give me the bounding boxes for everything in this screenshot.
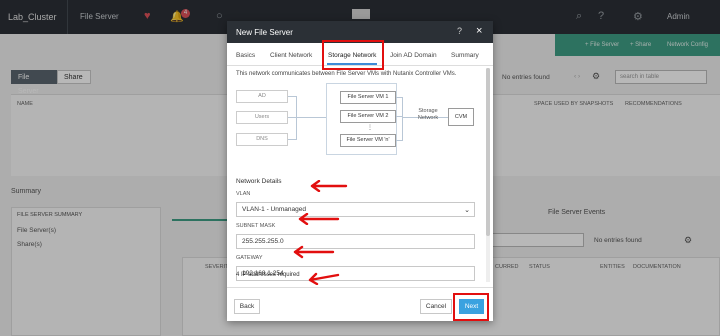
scrollbar-thumb[interactable] [486,68,490,236]
arrow-vlan-icon [310,180,348,192]
dialog-body: This network communicates between File S… [227,66,485,284]
diagram-connector [326,83,327,155]
diagram-users-box: Users [236,111,288,124]
diagram-connector [288,139,296,140]
storage-network-description: This network communicates between File S… [236,71,457,77]
diagram-connector [402,97,403,141]
ip-required-note: 4 IP addresses required [236,272,300,278]
close-icon[interactable]: × [476,25,482,37]
diagram-connector [288,96,296,97]
diagram-connector [396,83,397,155]
storage-network-tab-highlight [322,40,384,70]
tab-summary[interactable]: Summary [451,52,479,59]
dialog-scrollbar[interactable] [486,68,490,282]
dialog-title: New File Server [236,28,293,37]
diagram-ad-box: AD [236,90,288,103]
network-details-heading: Network Details [236,178,282,185]
diagram-connector [326,83,396,84]
subnet-mask-label: SUBNET MASK [236,223,276,229]
gateway-label: GATEWAY [236,255,263,261]
diagram-fsvm-1-box: File Server VM 1 [340,91,396,104]
diagram-dns-box: DNS [236,133,288,146]
diagram-connector [288,117,296,118]
tab-join-ad-domain[interactable]: Join AD Domain [390,52,437,59]
vlan-selected-value: VLAN-1 - Unmanaged [242,206,306,213]
arrow-ip-required-icon [308,272,340,285]
diagram-connector [326,154,396,155]
diagram-connector [296,96,297,140]
vlan-select[interactable]: VLAN-1 - Unmanaged ⌄ [236,202,475,217]
diagram-connector [296,117,326,118]
cancel-button[interactable]: Cancel [420,299,452,314]
back-button[interactable]: Back [234,299,260,314]
diagram-fsvm-2-box: File Server VM 2 [340,110,396,123]
diagram-storage-network-label: Storage Network [417,108,439,121]
next-button-highlight [453,293,489,321]
chevron-down-icon: ⌄ [464,207,470,214]
diagram-fsvm-n-box: File Server VM 'n' [340,134,396,147]
subnet-mask-input[interactable]: 255.255.255.0 [236,234,475,249]
help-icon[interactable]: ? [457,26,462,36]
diagram-cvm-box: CVM [448,108,474,126]
tab-client-network[interactable]: Client Network [270,52,312,59]
vlan-label: VLAN [236,191,251,197]
tab-basics[interactable]: Basics [236,52,255,59]
arrow-subnet-icon [298,213,340,225]
diagram-more-vms-dots: ⋮ [367,125,373,131]
arrow-gateway-icon [293,245,335,259]
